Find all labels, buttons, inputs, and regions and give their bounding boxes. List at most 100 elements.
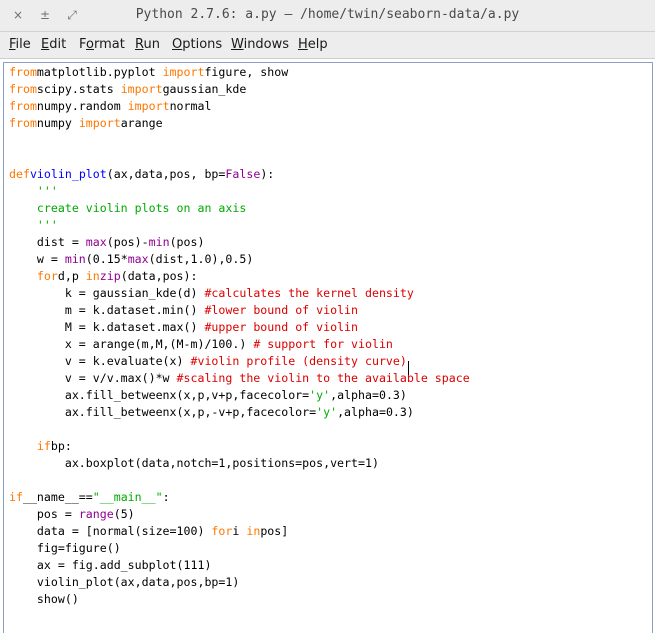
code-token: (pos) xyxy=(169,235,205,249)
code-line[interactable]: fromscipy.stats importgaussian_kde xyxy=(9,81,470,98)
code-token: False xyxy=(225,167,261,181)
code-line[interactable]: v = v/v.max()*w #scaling the violin to t… xyxy=(9,370,470,387)
code-line[interactable]: x = arange(m,M,(M-m)/100.) # support for… xyxy=(9,336,470,353)
code-token: import xyxy=(78,116,121,130)
code-token: gaussian_kde xyxy=(162,82,247,96)
code-editor[interactable]: frommatplotlib.pyplot importfigure, show… xyxy=(0,59,655,633)
code-token: x = arange(m,M,(M-m)/100.) xyxy=(9,337,254,351)
menu-file[interactable]: File xyxy=(9,37,31,52)
code-token: pos] xyxy=(260,524,289,538)
code-token: ,alpha=0.3) xyxy=(337,405,414,419)
code-token: in xyxy=(85,269,100,283)
code-line[interactable]: ifbp: xyxy=(9,438,470,455)
code-line[interactable]: violin_plot(ax,data,pos,bp=1) xyxy=(9,574,470,591)
code-line[interactable]: ax.boxplot(data,notch=1,positions=pos,ve… xyxy=(9,455,470,472)
code-token: __name__== xyxy=(22,490,93,504)
menu-help[interactable]: Help xyxy=(298,37,328,52)
code-token: (ax,data,pos, bp= xyxy=(106,167,226,181)
menu-format[interactable]: Format xyxy=(79,37,125,52)
code-line[interactable]: k = gaussian_kde(d) #calculates the kern… xyxy=(9,285,470,302)
code-line[interactable]: pos = range(5) xyxy=(9,506,470,523)
code-token: m = k.dataset.min() xyxy=(9,303,205,317)
code-line[interactable]: dist = max(pos)-min(pos) xyxy=(9,234,470,251)
code-token: from xyxy=(9,82,37,96)
code-line[interactable]: fromnumpy.random importnormal xyxy=(9,98,470,115)
code-line[interactable]: v = k.evaluate(x) #violin profile (densi… xyxy=(9,353,470,370)
code-line[interactable] xyxy=(9,149,470,166)
menu-options[interactable]: Options xyxy=(172,37,222,52)
code-token: scipy.stats xyxy=(36,82,121,96)
code-token: range xyxy=(78,507,114,521)
code-token: matplotlib.pyplot xyxy=(36,65,163,79)
code-token: ax.fill_betweenx(x,p,-v+p,facecolor= xyxy=(9,405,317,419)
code-line[interactable]: if__name__=="__main__": xyxy=(9,489,470,506)
code-token: create violin plots on an axis xyxy=(36,201,247,215)
code-token: ): xyxy=(260,167,275,181)
code-token: from xyxy=(9,116,37,130)
code-token: import xyxy=(162,65,205,79)
code-text[interactable]: frommatplotlib.pyplot importfigure, show… xyxy=(9,64,470,608)
code-line[interactable]: data = [normal(size=100) fori inpos] xyxy=(9,523,470,540)
code-line[interactable] xyxy=(9,472,470,489)
code-token: (dist,1.0),0.5) xyxy=(148,252,254,266)
code-token: (pos)- xyxy=(106,235,149,249)
code-token: numpy.random xyxy=(36,99,128,113)
code-line[interactable]: show() xyxy=(9,591,470,608)
code-token: ,alpha=0.3) xyxy=(330,388,407,402)
code-token: from xyxy=(9,99,37,113)
title-bar[interactable]: × ± ⤢ Python 2.7.6: a.py — /home/twin/se… xyxy=(0,0,655,32)
code-line[interactable]: ax.fill_betweenx(x,p,v+p,facecolor='y',a… xyxy=(9,387,470,404)
code-token: 'y' xyxy=(309,388,331,402)
code-token: min xyxy=(148,235,170,249)
code-line[interactable]: ford,p inzip(data,pos): xyxy=(9,268,470,285)
menu-run[interactable]: Run xyxy=(135,37,160,52)
code-line[interactable]: w = min(0.15*max(dist,1.0),0.5) xyxy=(9,251,470,268)
code-token: #violin profile (density curve) xyxy=(190,354,407,368)
code-line[interactable] xyxy=(9,421,470,438)
code-token: i xyxy=(232,524,247,538)
code-token: : xyxy=(162,490,170,504)
code-token: w = xyxy=(9,252,65,266)
code-token: (0.15* xyxy=(85,252,128,266)
code-token: if xyxy=(9,490,23,504)
code-token: show() xyxy=(9,592,79,606)
code-token: figure, show xyxy=(204,65,289,79)
code-line[interactable]: m = k.dataset.min() #lower bound of viol… xyxy=(9,302,470,319)
code-token: data = [normal(size=100) xyxy=(9,524,212,538)
code-token: if xyxy=(36,439,51,453)
code-token: "__main__" xyxy=(92,490,163,504)
code-token: (5) xyxy=(113,507,135,521)
code-token: arange xyxy=(120,116,163,130)
window-title: Python 2.7.6: a.py — /home/twin/seaborn-… xyxy=(135,7,520,22)
code-line[interactable]: create violin plots on an axis xyxy=(9,200,470,217)
code-line[interactable]: ''' xyxy=(9,217,470,234)
code-line[interactable]: ax = fig.add_subplot(111) xyxy=(9,557,470,574)
code-line[interactable]: ''' xyxy=(9,183,470,200)
code-token: for xyxy=(211,524,233,538)
code-line[interactable]: frommatplotlib.pyplot importfigure, show xyxy=(9,64,470,81)
code-token: ax.fill_betweenx(x,p,v+p,facecolor= xyxy=(9,388,310,402)
code-token: fig=figure() xyxy=(9,541,121,555)
code-token: normal xyxy=(169,99,212,113)
code-token: pos = xyxy=(9,507,79,521)
code-token: in xyxy=(246,524,261,538)
code-token: min xyxy=(64,252,86,266)
code-line[interactable]: fromnumpy importarange xyxy=(9,115,470,132)
code-token: #upper bound of violin xyxy=(204,320,359,334)
code-token: d,p xyxy=(57,269,86,283)
code-token: #calculates the kernel density xyxy=(204,286,414,300)
code-line[interactable]: fig=figure() xyxy=(9,540,470,557)
code-token: max xyxy=(85,235,107,249)
code-token: #scaling the violin to the available spa… xyxy=(176,371,470,385)
code-token: ax.boxplot(data,notch=1,positions=pos,ve… xyxy=(9,456,379,470)
menu-windows[interactable]: Windows xyxy=(231,37,289,52)
code-token: ''' xyxy=(36,184,58,198)
code-line[interactable]: ax.fill_betweenx(x,p,-v+p,facecolor='y',… xyxy=(9,404,470,421)
code-line[interactable] xyxy=(9,132,470,149)
code-token: dist = xyxy=(9,235,86,249)
menu-edit[interactable]: Edit xyxy=(41,37,66,52)
code-line[interactable]: defviolin_plot(ax,data,pos, bp=False): xyxy=(9,166,470,183)
code-line[interactable]: M = k.dataset.max() #upper bound of viol… xyxy=(9,319,470,336)
